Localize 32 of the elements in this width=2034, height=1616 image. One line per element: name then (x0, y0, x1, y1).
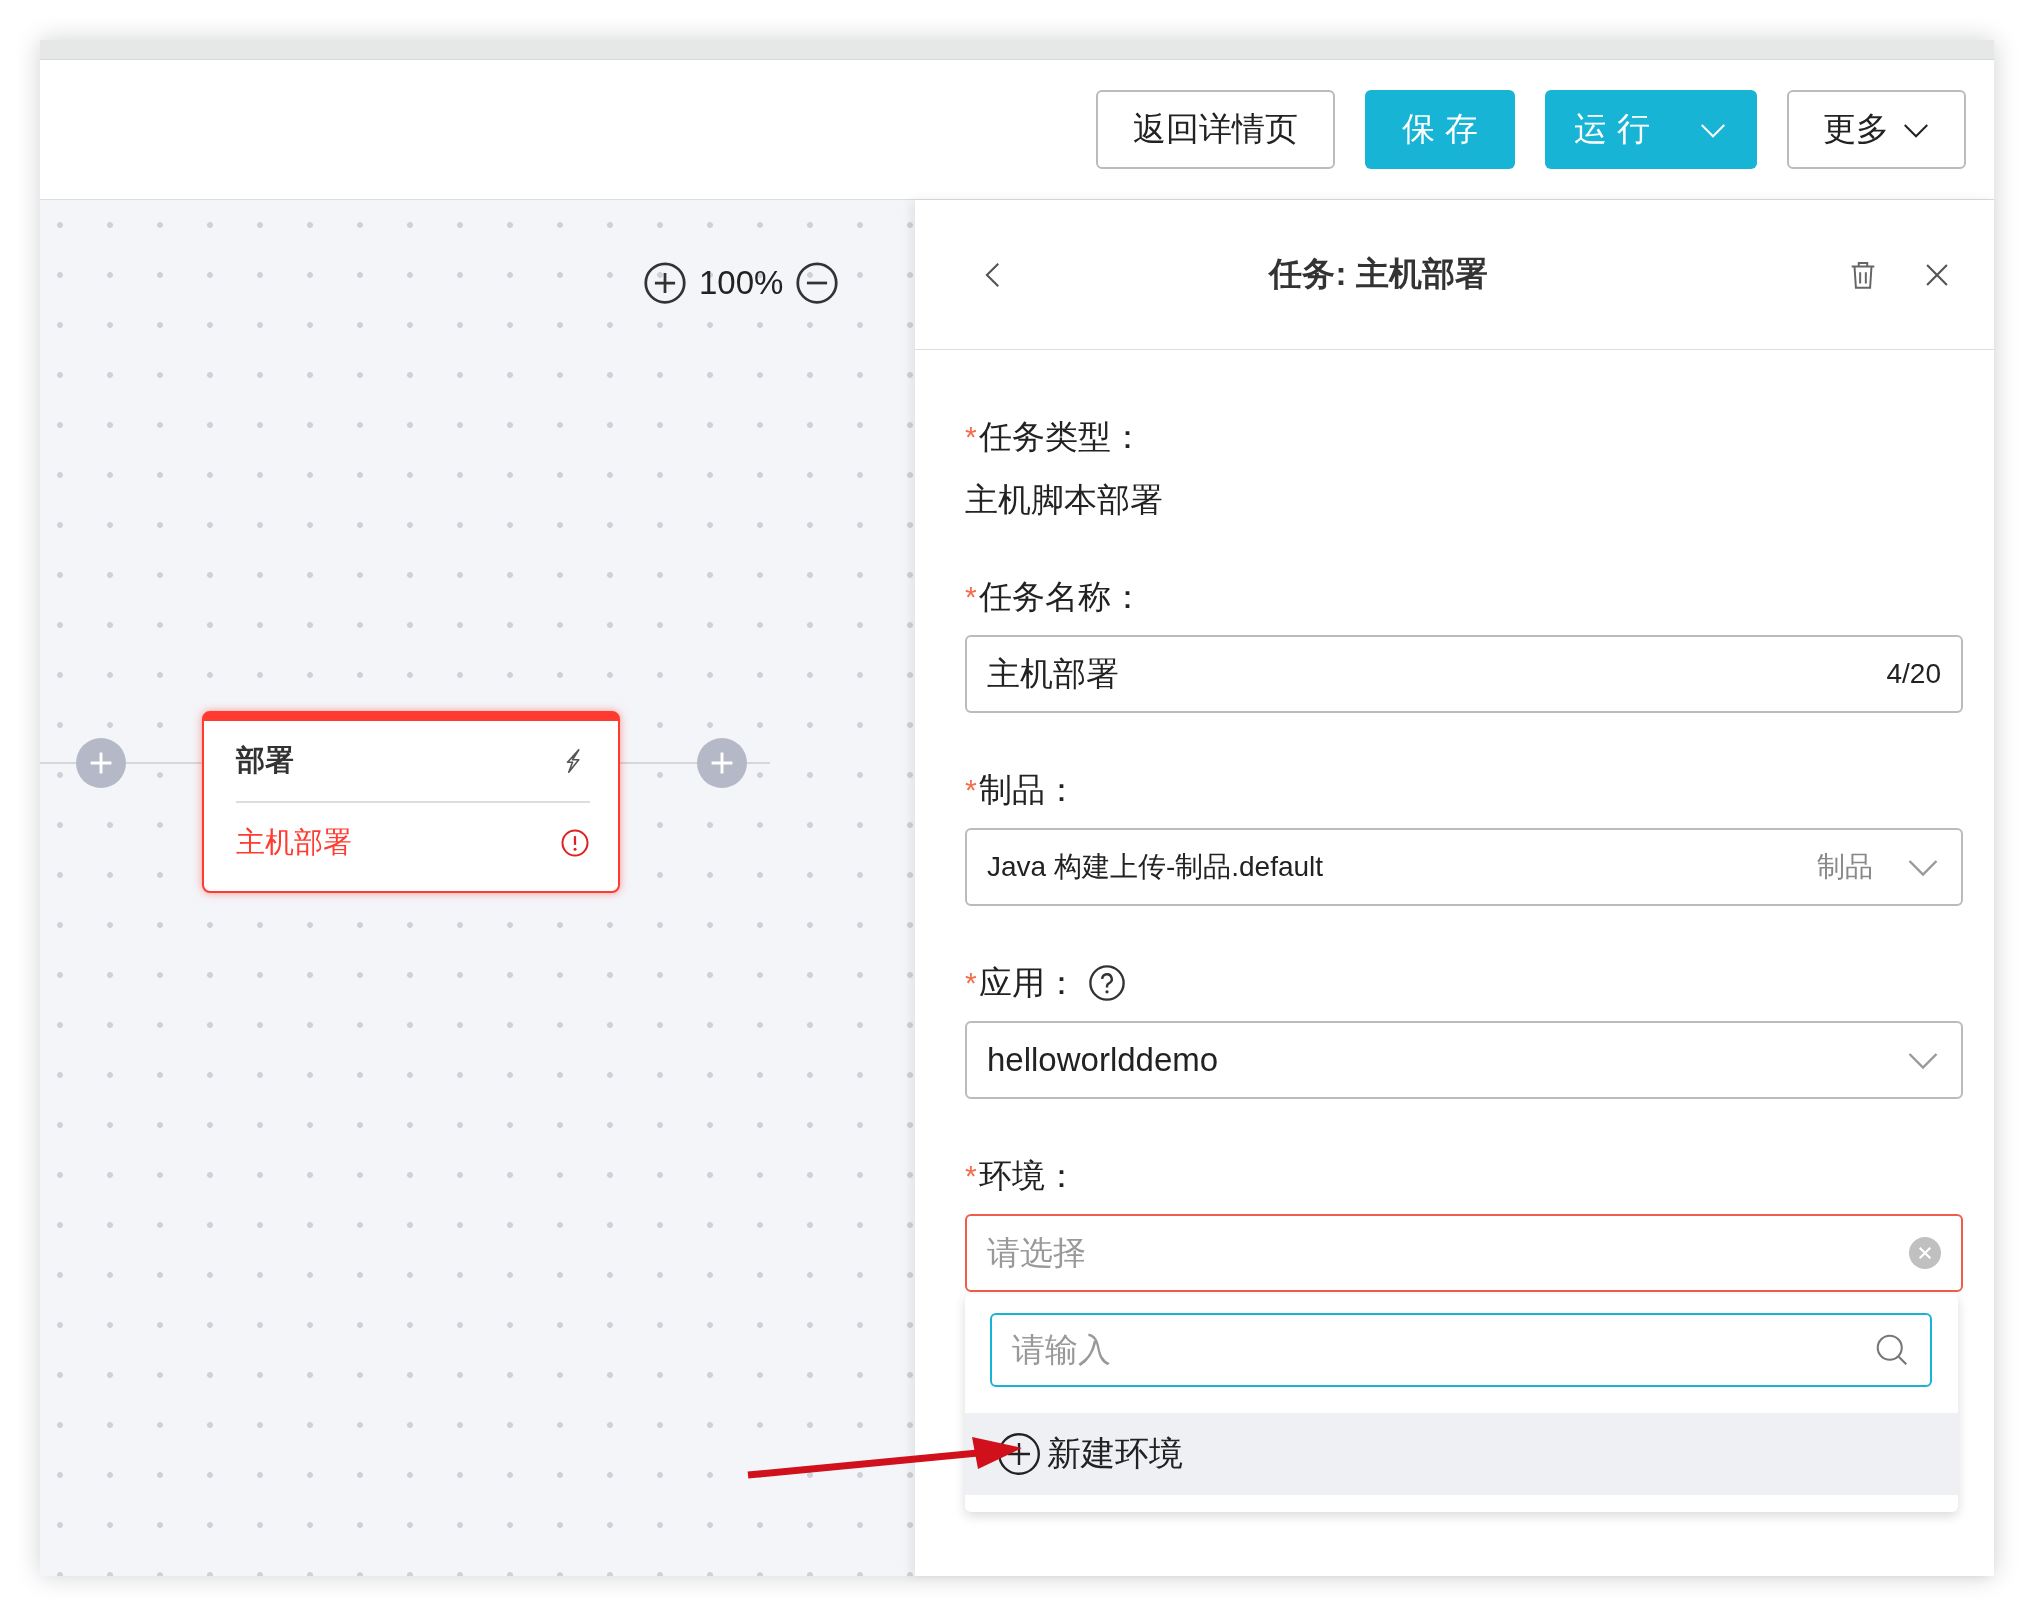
warning-icon (560, 828, 590, 858)
field-label: 环境： (978, 1155, 1078, 1196)
zoom-in-icon[interactable] (643, 261, 687, 305)
field-label: 制品： (978, 769, 1078, 810)
node-title: 部署 (236, 743, 294, 778)
required-mark: * (965, 966, 977, 1000)
task-node-card[interactable]: 部署 主机部署 (202, 711, 620, 893)
zoom-level: 100% (699, 264, 784, 302)
help-icon[interactable] (1087, 964, 1126, 1002)
search-icon[interactable] (1874, 1332, 1910, 1368)
text-field[interactable]: 主机部署 4/20 (965, 635, 1963, 713)
zoom-out-icon[interactable] (795, 261, 840, 305)
required-mark: * (965, 580, 977, 614)
panel-title: 任务: 主机部署 (1267, 254, 1489, 294)
required-mark: * (965, 420, 977, 454)
required-mark: * (965, 1159, 977, 1193)
field-label: 应用： (978, 962, 1078, 1003)
node-task-name: 主机部署 (236, 825, 352, 860)
character-counter: 4/20 (1886, 658, 1941, 690)
add-node-icon[interactable] (76, 738, 126, 788)
select-field[interactable]: helloworlddemo (965, 1021, 1963, 1099)
dropdown-option[interactable]: 新建环境 (965, 1413, 1958, 1495)
field-label: 任务类型： (978, 416, 1144, 457)
select-field[interactable]: Java 构建上传-制品.default 制品 (965, 828, 1963, 906)
more-button[interactable]: 更多 (1787, 90, 1966, 169)
add-node-icon[interactable] (697, 738, 747, 788)
required-mark: * (965, 773, 977, 807)
field-suffix: 制品 (1817, 850, 1873, 884)
back-button[interactable]: 返回详情页 (1096, 90, 1335, 169)
field-value: 主机脚本部署 (965, 480, 1164, 520)
field-label: 任务名称： (978, 576, 1144, 617)
plus-circle-icon[interactable] (997, 1432, 1041, 1476)
